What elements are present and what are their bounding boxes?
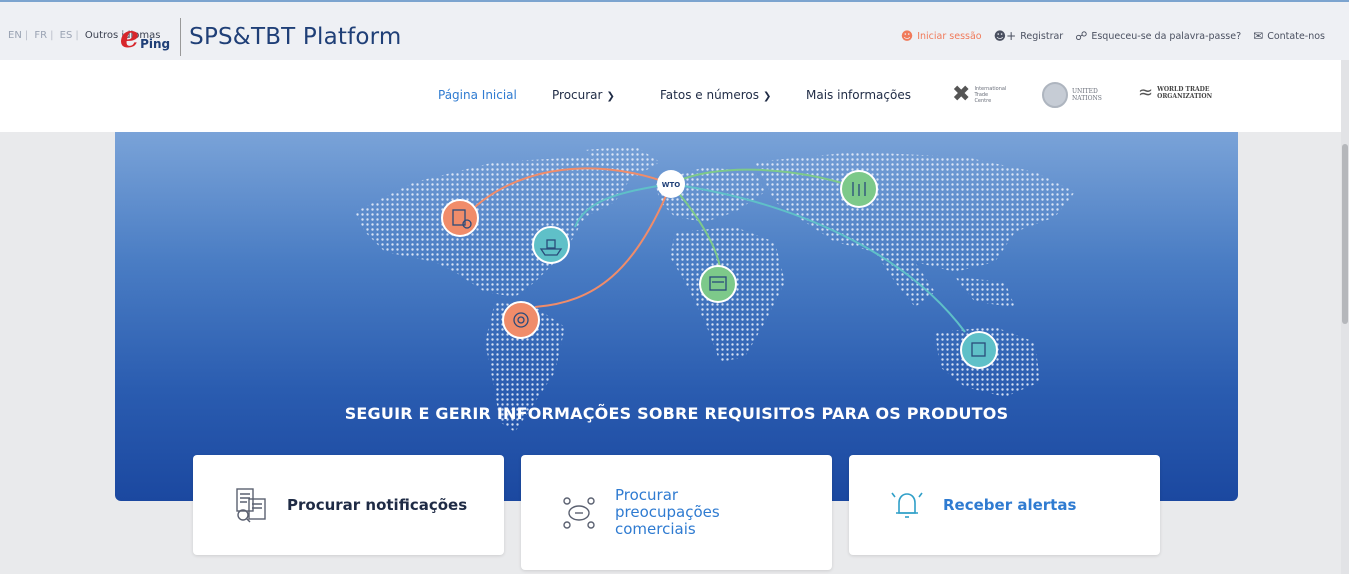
account-links: ☻ Iniciar sessão ☻+ Registrar ☍ Esqueceu…: [901, 29, 1325, 43]
nav-search[interactable]: Procurar ❯: [552, 88, 615, 102]
forgot-label: Esqueceu-se da palavra-passe?: [1091, 30, 1242, 42]
lang-separator: |: [50, 30, 54, 41]
ship-node-icon: [532, 226, 570, 264]
lang-es[interactable]: ES: [60, 30, 73, 41]
logo-divider: [180, 18, 182, 56]
world-map-graphic: WTO: [355, 146, 1075, 432]
un-emblem-icon: [1042, 82, 1068, 108]
platform-title: SPS&TBT Platform: [189, 24, 402, 50]
contact-link[interactable]: ✉ Contate-nos: [1253, 29, 1325, 43]
wto-mark-icon: ≈: [1138, 82, 1154, 103]
register-label: Registrar: [1020, 30, 1064, 42]
tree-node-icon: [960, 331, 998, 369]
search-trade-concerns-card[interactable]: Procurar preocupações comerciais: [521, 455, 832, 570]
discussion-icon: [563, 496, 595, 529]
hero-banner: WTO SEGUIR E GERIR INFORMAÇÕES SOBRE REQ…: [115, 132, 1238, 501]
nav-search-label: Procurar: [552, 88, 603, 102]
chevron-down-icon: ❯: [763, 91, 772, 102]
lang-separator: |: [24, 30, 29, 41]
nav-home[interactable]: Página Inicial: [438, 88, 517, 102]
un-logo-text: UNITED NATIONS: [1072, 88, 1102, 102]
login-label: Iniciar sessão: [917, 30, 982, 42]
user-icon: ☻: [900, 29, 914, 43]
itc-logo-text: International Trade Centre: [974, 85, 1007, 104]
itc-mark-icon: ✖: [952, 82, 971, 107]
logo-e: e: [120, 19, 140, 55]
scrollbar-thumb[interactable]: [1342, 144, 1348, 324]
lang-en[interactable]: EN: [8, 30, 22, 41]
search-trade-concerns-label: Procurar preocupações comerciais: [615, 486, 720, 538]
add-user-icon: ☻+: [993, 29, 1017, 43]
chevron-down-icon: ❯: [606, 91, 615, 102]
hero-title: SEGUIR E GERIR INFORMAÇÕES SOBRE REQUISI…: [344, 404, 1009, 423]
search-notifications-label: Procurar notificações: [287, 496, 468, 514]
bell-icon: [891, 492, 923, 518]
document-search-icon: [236, 488, 266, 523]
wto-hub-label: WTO: [662, 181, 680, 189]
nav-more-info[interactable]: Mais informações: [806, 88, 911, 102]
search-notifications-card[interactable]: Procurar notificações: [193, 455, 504, 555]
un-logo[interactable]: UNITED NATIONS: [1042, 82, 1112, 108]
nav-facts-label: Fatos e números: [660, 88, 760, 102]
mail-icon: ✉: [1253, 29, 1264, 43]
factory-node-icon: [699, 265, 737, 303]
lock-icon: ☍: [1075, 29, 1088, 43]
receive-alerts-card[interactable]: Receber alertas: [849, 455, 1160, 555]
page-scrollbar[interactable]: [1341, 60, 1349, 574]
gear-node-icon: [502, 301, 540, 339]
contact-label: Contate-nos: [1267, 30, 1325, 42]
itc-logo[interactable]: ✖ International Trade Centre: [952, 82, 1007, 107]
nav-facts[interactable]: Fatos e números ❯: [660, 88, 771, 102]
wto-logo-text: WORLD TRADE ORGANIZATION: [1157, 85, 1213, 100]
lang-separator: |: [75, 30, 79, 41]
register-link[interactable]: ☻+ Registrar: [994, 29, 1064, 43]
login-link[interactable]: ☻ Iniciar sessão: [901, 29, 982, 43]
logo-ping: Ping: [140, 37, 171, 51]
eping-logo[interactable]: e Ping SPS&TBT Platform: [120, 16, 402, 58]
lang-fr[interactable]: FR: [34, 30, 47, 41]
wto-logo[interactable]: ≈ WORLD TRADE ORGANIZATION: [1138, 82, 1219, 103]
document-node-icon: [441, 199, 479, 237]
forgot-password-link[interactable]: ☍ Esqueceu-se da palavra-passe?: [1075, 29, 1241, 43]
receive-alerts-label: Receber alertas: [943, 495, 1077, 514]
